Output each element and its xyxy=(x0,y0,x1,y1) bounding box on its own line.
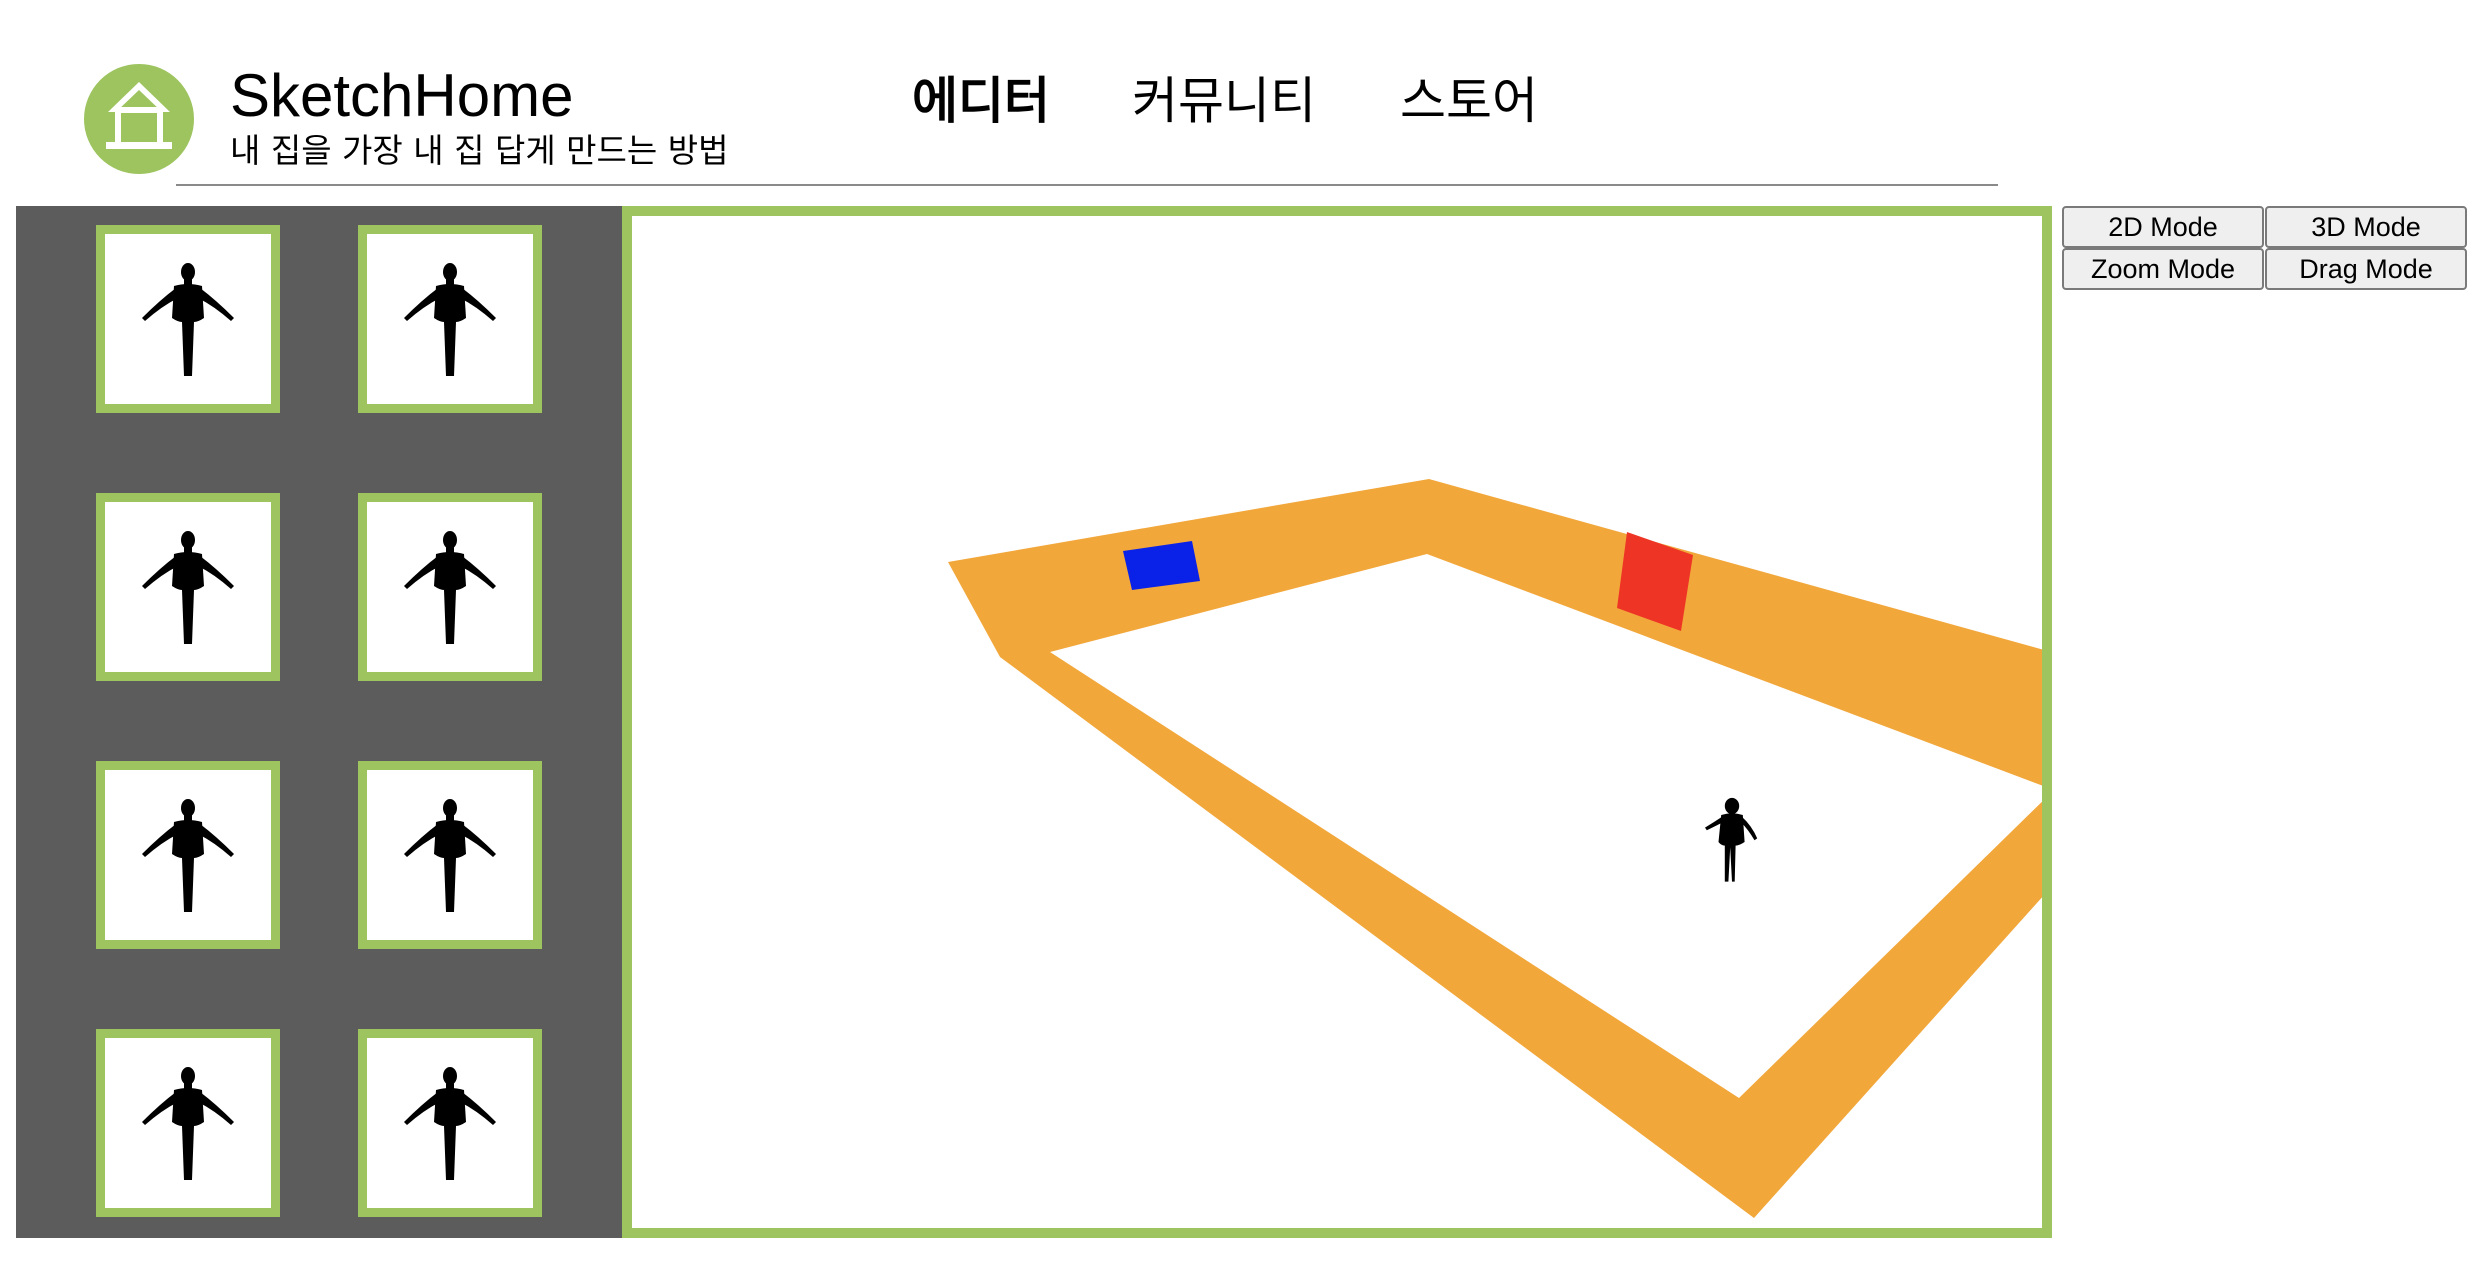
human-figure-icon xyxy=(142,1067,234,1180)
header-divider xyxy=(176,184,1998,186)
human-figure-icon xyxy=(142,263,234,376)
palette-item[interactable] xyxy=(96,761,280,949)
app-subtitle: 내 집을 가장 내 집 답게 만드는 방법 xyxy=(230,131,729,170)
palette-item[interactable] xyxy=(358,761,542,949)
human-figure-icon xyxy=(404,531,496,644)
logo[interactable] xyxy=(84,64,194,174)
human-figure-icon xyxy=(404,1067,496,1180)
2d-mode-button[interactable]: 2D Mode xyxy=(2062,206,2264,248)
figure-model xyxy=(1705,797,1758,882)
palette-item[interactable] xyxy=(358,1029,542,1217)
human-figure-icon xyxy=(404,799,496,912)
model-palette xyxy=(16,206,622,1238)
drag-mode-button[interactable]: Drag Mode xyxy=(2265,248,2467,290)
nav-store[interactable]: 스토어 xyxy=(1400,76,1538,126)
human-figure-icon xyxy=(142,531,234,644)
room-walls xyxy=(948,479,2042,1218)
palette-item[interactable] xyxy=(358,225,542,413)
zoom-mode-button[interactable]: Zoom Mode xyxy=(2062,248,2264,290)
human-figure-icon xyxy=(404,263,496,376)
floor-plan-3d-view[interactable] xyxy=(632,216,2042,1228)
house-icon xyxy=(106,82,172,149)
palette-item[interactable] xyxy=(96,493,280,681)
palette-item[interactable] xyxy=(96,225,280,413)
scene-viewport[interactable] xyxy=(622,206,2052,1238)
palette-item[interactable] xyxy=(96,1029,280,1217)
palette-item[interactable] xyxy=(358,493,542,681)
nav-community[interactable]: 커뮤니티 xyxy=(1132,76,1316,126)
app-title: SketchHome xyxy=(230,62,574,129)
human-figure-icon xyxy=(142,799,234,912)
nav-editor[interactable]: 에디터 xyxy=(912,76,1050,126)
3d-mode-button[interactable]: 3D Mode xyxy=(2265,206,2467,248)
